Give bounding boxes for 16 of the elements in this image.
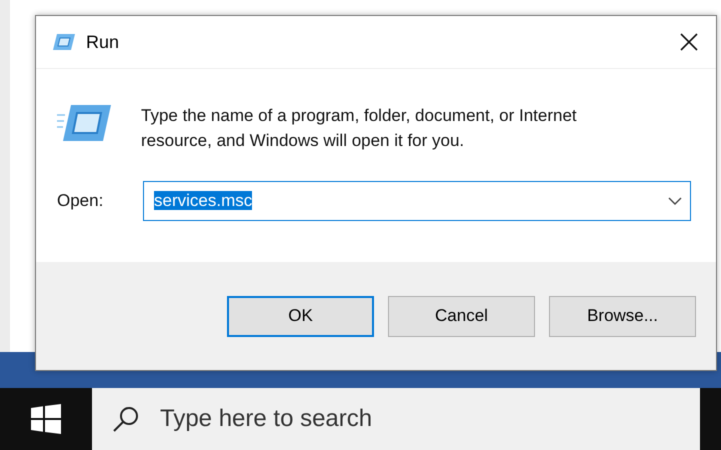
run-app-icon [57,103,113,143]
window-title: Run [86,32,120,52]
dialog-button[interactable]: OK [227,296,374,336]
open-combobox[interactable]: services.msc [143,181,691,221]
search-icon [112,405,140,433]
windows-logo-icon [31,404,61,434]
chevron-down-icon [668,197,682,205]
description-text: Type the name of a program, folder, document, or Internet resource, and Windows will open it for you. [141,105,578,152]
open-label: Open: [57,191,104,211]
dialog-button[interactable]: Cancel [388,296,535,336]
run-app-icon [52,33,76,51]
dialog-button[interactable]: Browse... [549,296,696,336]
search-box[interactable]: Type here to search [92,388,700,450]
search-input[interactable]: Type here to search [158,404,562,434]
close-icon [680,33,698,51]
open-value: services.msc [154,191,252,210]
